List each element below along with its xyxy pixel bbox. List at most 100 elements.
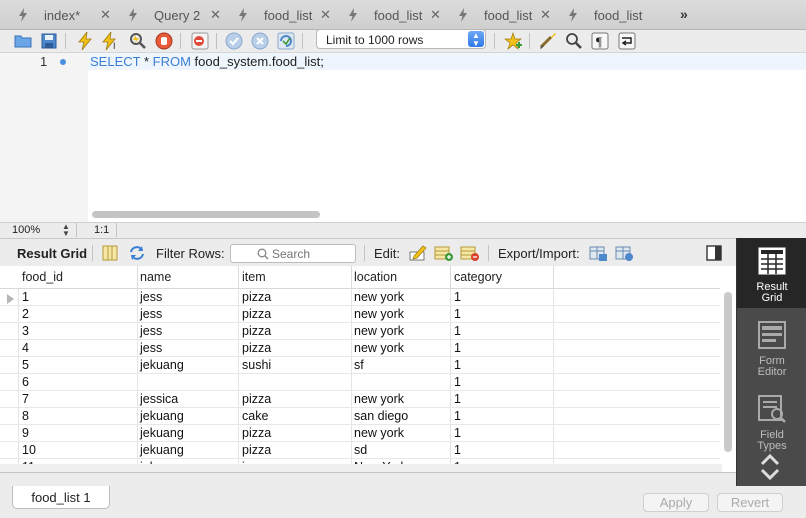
wrap-lines-icon[interactable] xyxy=(617,32,637,50)
table-cell-food-id[interactable]: 6 xyxy=(22,375,29,389)
table-cell-item[interactable]: pizza xyxy=(242,392,271,406)
execute-icon[interactable] xyxy=(75,32,95,50)
table-cell-category[interactable]: 1 xyxy=(454,307,461,321)
table-cell-category[interactable]: 1 xyxy=(454,443,461,457)
column-divider[interactable] xyxy=(238,266,239,289)
filter-search-field[interactable] xyxy=(230,244,356,263)
table-cell-food-id[interactable]: 3 xyxy=(22,324,29,338)
table-cell-food-id[interactable]: 5 xyxy=(22,358,29,372)
column-divider[interactable] xyxy=(450,266,451,289)
find-icon[interactable] xyxy=(564,32,584,50)
table-cell-food-id[interactable]: 7 xyxy=(22,392,29,406)
column-divider[interactable] xyxy=(351,266,352,289)
result-grid[interactable]: food_id name item location category 1 jes… xyxy=(0,266,736,472)
column-header[interactable]: food_id xyxy=(22,270,63,284)
table-cell-location[interactable]: sd xyxy=(354,443,367,457)
grid-horizontal-scrollbar[interactable] xyxy=(0,464,722,472)
side-form-editor-button[interactable]: Form Editor xyxy=(737,312,806,382)
stop-icon[interactable] xyxy=(154,32,174,50)
table-row[interactable]: 9 jekuang pizza new york 1 xyxy=(0,425,720,442)
table-row[interactable]: 7 jessica pizza new york 1 xyxy=(0,391,720,408)
table-cell-name[interactable]: jekuang xyxy=(140,409,184,423)
table-cell-name[interactable]: jess xyxy=(140,307,162,321)
table-cell-location[interactable]: san diego xyxy=(354,409,408,423)
tab-query-2[interactable]: Query 2 ✕ xyxy=(110,0,221,30)
table-cell-category[interactable]: 1 xyxy=(454,290,461,304)
table-cell-name[interactable]: jess xyxy=(140,290,162,304)
apply-button[interactable]: Apply xyxy=(643,493,709,512)
tab-food-list-1[interactable]: food_list ✕ xyxy=(220,0,331,30)
table-cell-location[interactable]: new york xyxy=(354,392,404,406)
revert-button[interactable]: Revert xyxy=(717,493,783,512)
column-header[interactable]: location xyxy=(354,270,397,284)
table-row[interactable]: 2 jess pizza new york 1 xyxy=(0,306,720,323)
tab-food-list-4[interactable]: food_list xyxy=(550,0,660,30)
table-cell-name[interactable]: jekuang xyxy=(140,426,184,440)
table-cell-food-id[interactable]: 9 xyxy=(22,426,29,440)
table-cell-food-id[interactable]: 2 xyxy=(22,307,29,321)
sql-statement[interactable]: SELECT * FROM food_system.food_list; xyxy=(90,54,324,69)
result-tab-food-list-1[interactable]: food_list 1 xyxy=(12,486,110,509)
refresh-icon[interactable] xyxy=(127,244,147,262)
table-row[interactable]: 10 jekuang pizza sd 1 xyxy=(0,442,720,459)
edit-row-icon[interactable] xyxy=(408,244,428,262)
export-icon[interactable] xyxy=(588,244,608,262)
invisible-chars-icon[interactable]: ¶ xyxy=(590,32,610,50)
side-result-grid-button[interactable]: Result Grid xyxy=(737,238,806,308)
table-cell-location[interactable]: sf xyxy=(354,358,364,372)
column-header[interactable]: name xyxy=(140,270,171,284)
tab-overflow-icon[interactable]: » xyxy=(680,6,688,22)
toggle-panel-icon[interactable] xyxy=(704,244,724,262)
table-cell-name[interactable]: jekuang xyxy=(140,443,184,457)
tab-index[interactable]: index* ✕ xyxy=(0,0,111,30)
table-cell-item[interactable]: pizza xyxy=(242,426,271,440)
table-row[interactable]: 61 xyxy=(0,374,720,391)
zoom-level[interactable]: 100% xyxy=(12,224,40,236)
add-row-icon[interactable] xyxy=(434,244,454,262)
table-cell-item[interactable]: pizza xyxy=(242,443,271,457)
explain-icon[interactable] xyxy=(128,32,148,50)
tab-food-list-2[interactable]: food_list ✕ xyxy=(330,0,441,30)
table-cell-category[interactable]: 1 xyxy=(454,392,461,406)
chevron-up-down-icon[interactable]: ▲ ▼ xyxy=(62,223,70,238)
open-folder-icon[interactable] xyxy=(13,32,33,50)
limit-rows-select[interactable]: Limit to 1000 rows ▲ ▼ xyxy=(316,29,486,49)
column-divider[interactable] xyxy=(137,266,138,289)
import-icon[interactable] xyxy=(614,244,634,262)
table-row[interactable]: 1 jess pizza new york 1 xyxy=(0,289,720,306)
commit-icon[interactable] xyxy=(224,32,244,50)
column-divider[interactable] xyxy=(553,266,554,289)
table-row[interactable]: 3 jess pizza new york 1 xyxy=(0,323,720,340)
table-cell-location[interactable]: new york xyxy=(354,307,404,321)
table-cell-location[interactable]: new york xyxy=(354,324,404,338)
table-cell-name[interactable]: jess xyxy=(140,324,162,338)
autocommit-icon[interactable] xyxy=(276,32,296,50)
column-header[interactable]: category xyxy=(454,270,502,284)
table-cell-category[interactable]: 1 xyxy=(454,341,461,355)
table-cell-food-id[interactable]: 10 xyxy=(22,443,36,457)
search-input[interactable] xyxy=(272,246,352,261)
stop-on-error-icon[interactable] xyxy=(190,32,210,50)
save-icon[interactable] xyxy=(39,32,59,50)
grid-vertical-scrollbar[interactable] xyxy=(724,292,732,452)
table-cell-location[interactable]: new york xyxy=(354,341,404,355)
table-cell-item[interactable]: pizza xyxy=(242,290,271,304)
table-cell-location[interactable]: new york xyxy=(354,426,404,440)
table-cell-name[interactable]: jessica xyxy=(140,392,178,406)
table-cell-category[interactable]: 1 xyxy=(454,409,461,423)
editor-horizontal-scrollbar[interactable] xyxy=(92,211,320,218)
delete-row-icon[interactable] xyxy=(460,244,480,262)
table-cell-item[interactable]: pizza xyxy=(242,307,271,321)
grid-columns-icon[interactable] xyxy=(100,244,120,262)
table-cell-category[interactable]: 1 xyxy=(454,426,461,440)
table-cell-name[interactable]: jekuang xyxy=(140,358,184,372)
table-cell-food-id[interactable]: 1 xyxy=(22,290,29,304)
table-row[interactable]: 8 jekuang cake san diego 1 xyxy=(0,408,720,425)
table-row[interactable]: 5 jekuang sushi sf 1 xyxy=(0,357,720,374)
table-cell-food-id[interactable]: 4 xyxy=(22,341,29,355)
table-cell-food-id[interactable]: 8 xyxy=(22,409,29,423)
beautify-icon[interactable] xyxy=(538,32,558,50)
table-cell-category[interactable]: 1 xyxy=(454,375,461,389)
table-cell-location[interactable]: new york xyxy=(354,290,404,304)
table-cell-item[interactable]: pizza xyxy=(242,341,271,355)
